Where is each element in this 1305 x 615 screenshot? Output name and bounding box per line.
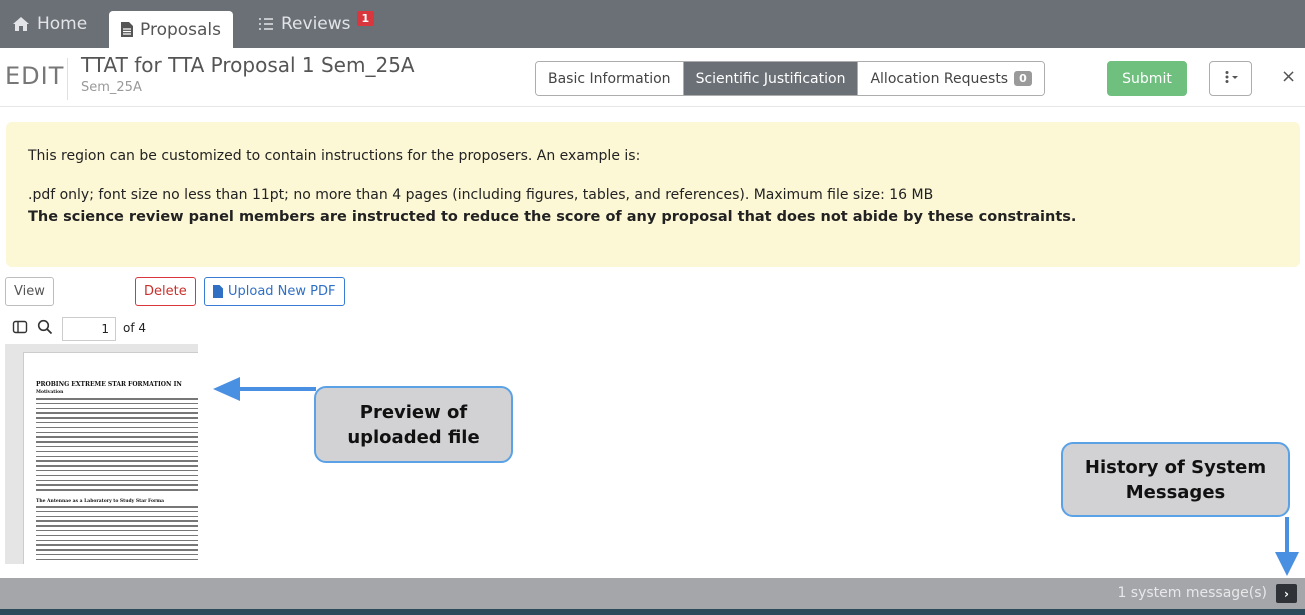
pdf-preview-heading: PROBING EXTREME STAR FORMATION IN (36, 381, 182, 388)
instructions-panel: This region can be customized to contain… (6, 122, 1300, 267)
options-menu-button[interactable] (1209, 61, 1252, 96)
list-icon (258, 17, 274, 31)
sidebar-toggle-icon[interactable] (12, 319, 28, 339)
header-divider (67, 58, 68, 100)
top-navigation: Home Proposals Reviews 1 (0, 0, 1305, 48)
pdf-preview-section-title: The Antennae as a Laboratory to Study St… (36, 499, 165, 504)
tab-reviews-label: Reviews (281, 14, 351, 34)
vertical-dots-icon (1222, 70, 1240, 88)
pdf-preview-section-title: Motivation (36, 390, 64, 395)
page-count-label: of 4 (123, 321, 147, 335)
edit-mode-label: EDIT (5, 62, 65, 90)
allocation-requests-label: Allocation Requests (870, 70, 1009, 87)
tab-home[interactable]: Home (12, 0, 87, 48)
system-message-bar: 1 system message(s) › (0, 578, 1305, 609)
proposal-semester: Sem_25A (81, 80, 142, 95)
scientific-justification-button[interactable]: Scientific Justification (683, 62, 859, 95)
view-button[interactable]: View (5, 277, 54, 306)
file-icon (213, 285, 223, 298)
reviews-notification-badge: 1 (356, 10, 375, 26)
proposal-title: TTAT for TTA Proposal 1 Sem_25A (81, 53, 415, 77)
delete-button[interactable]: Delete (135, 277, 196, 306)
document-icon (121, 22, 133, 37)
close-icon[interactable]: × (1281, 66, 1296, 87)
page-number-input[interactable]: 1 (62, 317, 116, 341)
header-separator (0, 106, 1305, 107)
instructions-warning: The science review panel members are ins… (28, 209, 1077, 225)
tab-home-label: Home (37, 14, 88, 34)
tab-reviews[interactable]: Reviews 1 (258, 0, 375, 48)
pdf-preview-text-block (36, 506, 198, 564)
pdf-page-preview: PROBING EXTREME STAR FORMATION IN Motiva… (23, 352, 198, 564)
expand-messages-button[interactable]: › (1276, 584, 1297, 603)
footer-strip (0, 609, 1305, 615)
basic-information-button[interactable]: Basic Information (536, 62, 684, 95)
home-icon (12, 16, 30, 32)
submit-button[interactable]: Submit (1107, 61, 1187, 96)
history-arrow-head (1275, 552, 1299, 576)
preview-callout: Preview of uploaded file (314, 386, 513, 463)
system-message-count[interactable]: 1 system message(s) (1117, 585, 1267, 601)
section-switcher: Basic Information Scientific Justificati… (535, 61, 1045, 96)
upload-new-pdf-label: Upload New PDF (228, 284, 336, 299)
allocation-requests-count-badge: 0 (1014, 71, 1032, 86)
preview-arrow-head (213, 377, 240, 401)
instructions-intro: This region can be customized to contain… (28, 148, 641, 164)
allocation-requests-button[interactable]: Allocation Requests 0 (858, 62, 1044, 95)
tab-proposals[interactable]: Proposals (109, 11, 234, 48)
history-callout: History of System Messages (1061, 442, 1290, 517)
search-icon[interactable] (37, 319, 53, 339)
scientific-justification-label: Scientific Justification (695, 70, 846, 87)
pdf-preview-text-block (36, 398, 198, 494)
upload-new-pdf-button[interactable]: Upload New PDF (204, 277, 345, 306)
tab-proposals-label: Proposals (140, 19, 222, 40)
pdf-viewer-toolbar: 1 of 4 (0, 314, 198, 344)
pdf-preview-area[interactable]: PROBING EXTREME STAR FORMATION IN Motiva… (5, 344, 198, 564)
instructions-constraints: .pdf only; font size no less than 11pt; … (28, 187, 934, 203)
basic-information-label: Basic Information (548, 70, 671, 87)
